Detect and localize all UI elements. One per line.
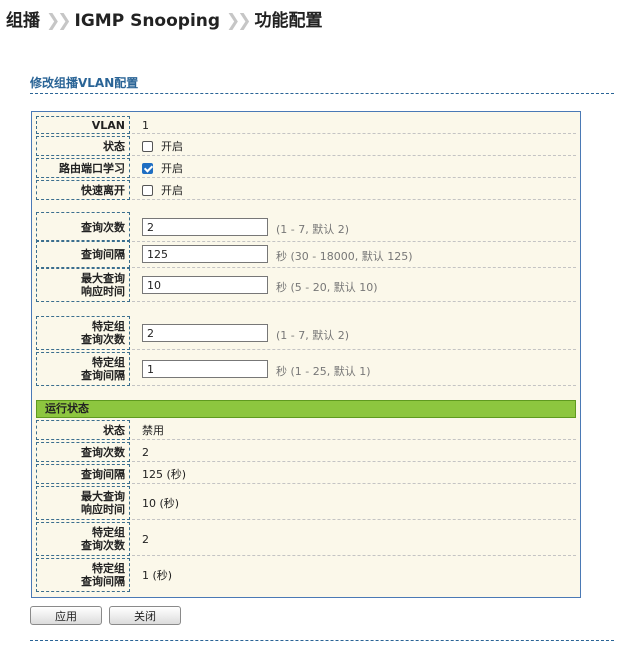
- group-query-count-hint: (1 - 7, 默认 2): [276, 329, 350, 342]
- max-response-hint: 秒 (5 - 20, 默认 10): [276, 281, 378, 294]
- max-response-label: 最大查询 响应时间: [36, 268, 130, 302]
- fast-leave-checkbox[interactable]: [142, 184, 153, 196]
- config-panel: VLAN 1 状态 开启 路由端口学习 开启 快速离开 开启 查询次数 (1 -…: [31, 111, 581, 598]
- breadcrumb-separator-icon: ❯❯: [226, 11, 251, 31]
- row-divider: [132, 519, 576, 520]
- row-vlan: VLAN 1: [36, 116, 576, 134]
- breadcrumb-function-config: 功能配置: [254, 11, 323, 31]
- status-max-response-value: 10 (秒): [142, 497, 180, 510]
- row-divider: [132, 555, 576, 556]
- row-divider: [132, 385, 576, 386]
- group-query-count-input[interactable]: [142, 324, 268, 342]
- status-query-count-value: 2: [142, 445, 149, 459]
- close-button[interactable]: 关闭: [109, 606, 181, 625]
- status-query-interval-value: 125 (秒): [142, 468, 187, 481]
- query-count-input[interactable]: [142, 218, 268, 236]
- breadcrumb-multicast[interactable]: 组播: [6, 11, 40, 31]
- status-group-query-interval-value: 1 (秒): [142, 569, 173, 582]
- query-interval-label: 查询间隔: [36, 240, 130, 268]
- row-group-query-interval: 特定组查询间隔 秒 (1 - 25, 默认 1): [36, 352, 576, 386]
- fast-leave-enable-label[interactable]: 开启: [161, 182, 183, 198]
- row-divider: [132, 461, 576, 462]
- row-divider: [132, 439, 576, 440]
- query-count-label: 查询次数: [36, 212, 130, 242]
- row-divider: [132, 349, 576, 350]
- row-status-query-count: 查询次数 2: [36, 442, 576, 462]
- vlan-label: VLAN: [36, 116, 130, 134]
- row-divider: [132, 483, 576, 484]
- section-divider-top: [30, 93, 614, 94]
- row-group-query-count: 特定组查询次数 (1 - 7, 默认 2): [36, 316, 576, 350]
- query-interval-input[interactable]: [142, 245, 268, 263]
- breadcrumb-separator-icon: ❯❯: [46, 11, 71, 31]
- status-group-query-count-value: 2: [142, 532, 149, 546]
- row-query-count: 查询次数 (1 - 7, 默认 2): [36, 212, 576, 242]
- vlan-value: 1: [142, 118, 149, 132]
- router-port-learning-label: 路由端口学习: [36, 158, 130, 178]
- group-query-count-label: 特定组 查询次数: [36, 316, 130, 350]
- section-divider-bottom: [30, 640, 614, 641]
- section-title: 修改组播VLAN配置: [30, 76, 139, 90]
- state-enable-label[interactable]: 开启: [161, 138, 183, 154]
- group-query-interval-hint: 秒 (1 - 25, 默认 1): [276, 365, 371, 378]
- row-state: 状态 开启: [36, 136, 576, 156]
- row-status-state: 状态 禁用: [36, 420, 576, 440]
- row-fast-leave: 快速离开 开启: [36, 180, 576, 200]
- row-divider: [132, 199, 576, 200]
- row-status-max-response: 最大查询 响应时间 10 (秒): [36, 486, 576, 520]
- row-status-query-interval: 查询间隔 125 (秒): [36, 464, 576, 484]
- status-group-query-count-label: 特定组 查询次数: [36, 522, 130, 556]
- group-query-interval-label: 特定组 查询间隔: [36, 352, 130, 386]
- router-port-learning-enable-label[interactable]: 开启: [161, 160, 183, 176]
- status-group-query-interval-label: 特定组 查询间隔: [36, 558, 130, 592]
- row-status-group-query-count: 特定组 查询次数 2: [36, 522, 576, 556]
- row-router-port-learning: 路由端口学习 开启: [36, 158, 576, 178]
- query-count-hint: (1 - 7, 默认 2): [276, 223, 350, 236]
- status-state-value: 禁用: [142, 424, 164, 437]
- row-max-response: 最大查询响应时间 秒 (5 - 20, 默认 10): [36, 268, 576, 302]
- running-status-header: 运行状态: [36, 400, 576, 418]
- fast-leave-label: 快速离开: [36, 180, 130, 200]
- status-query-interval-label: 查询间隔: [36, 464, 130, 484]
- apply-button[interactable]: 应用: [30, 606, 102, 625]
- row-query-interval: 查询间隔 秒 (30 - 18000, 默认 125): [36, 240, 576, 268]
- state-label: 状态: [36, 136, 130, 156]
- row-status-group-query-interval: 特定组 查询间隔 1 (秒): [36, 558, 576, 592]
- row-divider: [132, 155, 576, 156]
- row-divider: [132, 177, 576, 178]
- breadcrumb: 组播 ❯❯ IGMP Snooping ❯❯ 功能配置: [6, 6, 323, 31]
- max-response-input[interactable]: [142, 276, 268, 294]
- status-query-count-label: 查询次数: [36, 442, 130, 462]
- status-max-response-label: 最大查询 响应时间: [36, 486, 130, 520]
- row-divider: [132, 301, 576, 302]
- query-interval-hint: 秒 (30 - 18000, 默认 125): [276, 250, 413, 263]
- router-port-learning-checkbox[interactable]: [142, 162, 153, 174]
- status-state-label: 状态: [36, 420, 130, 440]
- state-enable-checkbox[interactable]: [142, 140, 153, 152]
- group-query-interval-input[interactable]: [142, 360, 268, 378]
- row-divider: [132, 133, 576, 134]
- breadcrumb-igmp-snooping[interactable]: IGMP Snooping: [75, 11, 221, 31]
